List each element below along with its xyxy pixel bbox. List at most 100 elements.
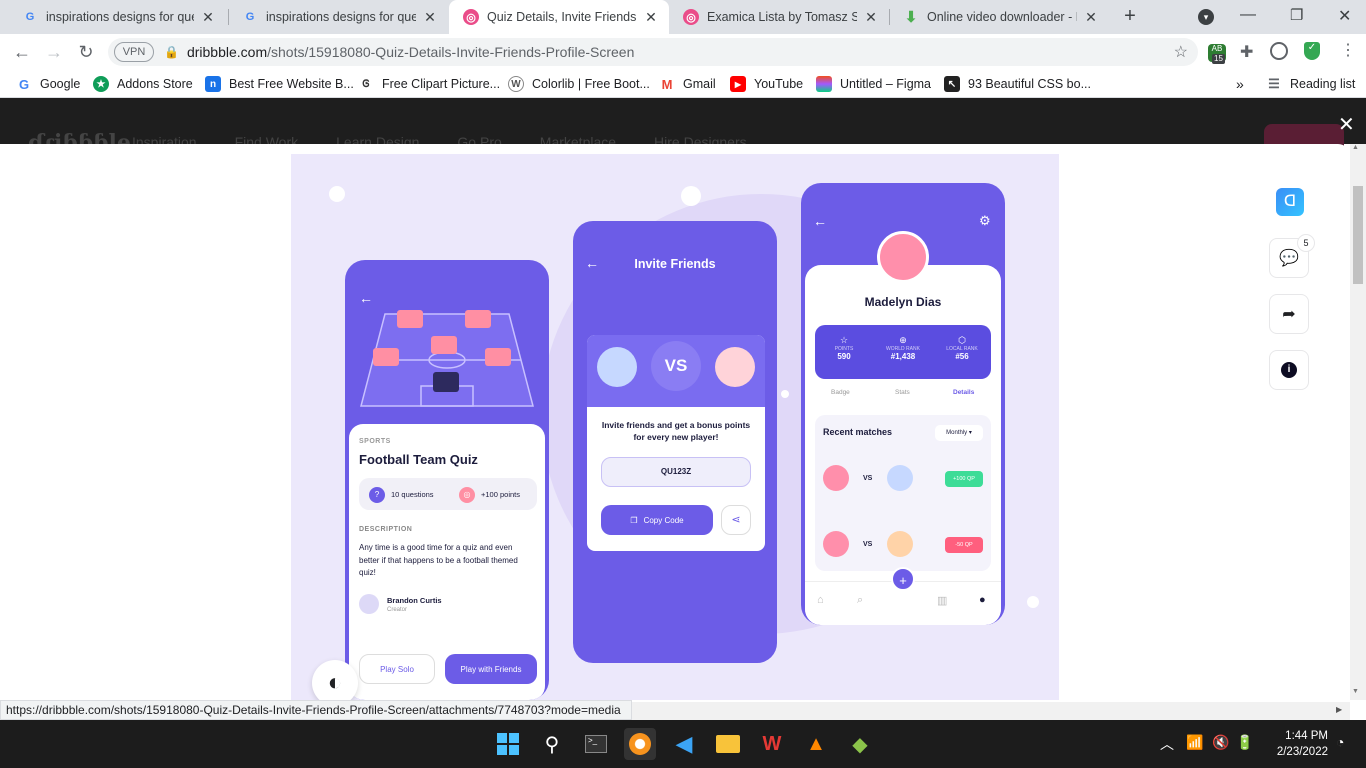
tab-strip: G inspirations designs for quest ✕ G ins… xyxy=(0,0,1366,34)
designer-avatar[interactable]: ᗡ xyxy=(1276,188,1304,216)
description-label: DESCRIPTION xyxy=(359,526,413,533)
notification-icon[interactable]: ◔ xyxy=(1336,734,1344,750)
player-avatar xyxy=(715,347,755,387)
tab-search-icon[interactable]: ▾ xyxy=(1198,9,1214,25)
search-icon[interactable]: ⚲ xyxy=(536,728,568,760)
reload-button[interactable]: ↻ xyxy=(72,38,100,66)
quiz-phone: ← SPORTS Football Team Quiz ? 10 questio… xyxy=(345,260,549,700)
tab-close-icon[interactable]: ✕ xyxy=(422,9,438,26)
file-explorer-icon[interactable] xyxy=(712,728,744,760)
git-icon[interactable]: ◆ xyxy=(844,728,876,760)
tab-close-icon[interactable]: ✕ xyxy=(643,9,659,26)
bookmark-addons-store[interactable]: ★ Addons Store xyxy=(93,76,193,92)
tab-title: Online video downloader - D xyxy=(927,10,1077,24)
copy-code-button: ❐ Copy Code xyxy=(601,505,713,535)
restore-button[interactable]: ❐ xyxy=(1290,6,1303,24)
browser-tab[interactable]: G inspirations designs for quest ✕ xyxy=(8,0,226,34)
close-modal-icon[interactable]: ✕ xyxy=(1338,112,1355,137)
share-arrow-icon: ➦ xyxy=(1282,306,1296,323)
profile-icon[interactable] xyxy=(1270,42,1288,60)
creator-avatar xyxy=(359,594,379,614)
invite-title: Invite Friends xyxy=(634,257,716,271)
battery-icon[interactable]: 🔋 xyxy=(1236,734,1253,751)
figma-icon xyxy=(816,76,832,92)
bookmark-figma[interactable]: Untitled – Figma xyxy=(816,76,931,92)
tray-overflow-icon[interactable]: ︿ xyxy=(1160,734,1174,754)
tab-title: inspirations designs for quest xyxy=(266,10,416,24)
bookmark-youtube[interactable]: ▶ YouTube xyxy=(730,76,803,92)
bg-dot xyxy=(781,390,789,398)
bookmark-google[interactable]: G Google xyxy=(16,76,80,92)
bookmark-best-free-website[interactable]: n Best Free Website B... xyxy=(205,76,354,92)
vscode-icon[interactable]: ◀ xyxy=(668,728,700,760)
back-button[interactable]: ← xyxy=(8,38,36,66)
tab-stats: Stats xyxy=(895,389,910,396)
creator-name: Brandon Curtis xyxy=(387,596,442,605)
browser-tab[interactable]: ◎ Examica Lista by Tomasz Szta ✕ xyxy=(669,0,889,34)
page-content: ɗɾiɓɓɓle Inspiration Find Work Learn Des… xyxy=(0,98,1366,700)
scroll-thumb[interactable] xyxy=(1353,186,1363,284)
close-window-button[interactable]: ✕ xyxy=(1338,6,1351,26)
match-result-positive: +100 QP xyxy=(945,471,983,487)
contrast-toggle-icon[interactable]: ◐ xyxy=(312,660,358,700)
wifi-icon[interactable]: 📶 xyxy=(1186,734,1203,751)
forward-button[interactable]: → xyxy=(40,38,68,66)
back-arrow-icon: ← xyxy=(359,290,373,306)
extension-icon[interactable]: AB 15 xyxy=(1208,44,1226,64)
reading-list-button[interactable]: ☰ Reading list xyxy=(1266,76,1355,92)
wps-office-icon[interactable]: W xyxy=(756,728,788,760)
menu-kebab-icon[interactable]: ⋮ xyxy=(1340,40,1356,60)
clock[interactable]: 1:44 PM 2/23/2022 xyxy=(1264,728,1328,760)
player-avatar xyxy=(823,531,849,557)
address-bar[interactable]: VPN 🔒 dribbble.com /shots/15918080-Quiz-… xyxy=(108,38,1198,66)
invite-card: VS Invite friends and get a bonus points… xyxy=(587,335,765,551)
vlc-icon[interactable]: ▲ xyxy=(800,728,832,760)
vertical-scrollbar[interactable]: ▲ ▼ xyxy=(1350,144,1366,700)
play-with-friends-button: Play with Friends xyxy=(445,654,537,684)
bookmarks-bar: G Google ★ Addons Store n Best Free Website… xyxy=(0,70,1366,98)
shot-image[interactable]: ← SPORTS Football Team Quiz ? 10 questio… xyxy=(291,154,1059,700)
youtube-icon: ▶ xyxy=(730,76,746,92)
bookmark-colorlib[interactable]: W Colorlib | Free Boot... xyxy=(508,76,650,92)
opponent-avatar xyxy=(887,465,913,491)
addons-icon: ★ xyxy=(93,76,109,92)
lock-icon[interactable]: 🔒 xyxy=(164,45,179,59)
star-icon: ☆ xyxy=(839,335,849,345)
terminal-icon[interactable]: >_ xyxy=(580,728,612,760)
quiz-meta-box: ? 10 questions ◎ +100 points xyxy=(359,478,537,510)
match-vs: VS xyxy=(863,541,873,548)
tab-close-icon[interactable]: ✕ xyxy=(1083,9,1099,26)
bookmark-gmail[interactable]: M Gmail xyxy=(659,76,716,92)
browser-tab[interactable]: ⬇ Online video downloader - D ✕ xyxy=(889,0,1109,34)
browser-tab-active[interactable]: ◎ Quiz Details, Invite Friends & ✕ xyxy=(449,0,669,34)
bookmark-css-buttons[interactable]: ↖ 93 Beautiful CSS bo... xyxy=(944,76,1091,92)
windows-start-icon[interactable] xyxy=(492,728,524,760)
tab-close-icon[interactable]: ✕ xyxy=(863,9,879,26)
invite-phone: ← Invite Friends VS Invite friends and g… xyxy=(573,221,777,663)
bookmark-star-icon[interactable]: ☆ xyxy=(1174,42,1188,62)
tab-close-icon[interactable]: ✕ xyxy=(200,9,216,26)
share-button[interactable]: ➦ xyxy=(1269,294,1309,334)
browser-tab[interactable]: G inspirations designs for quest ✕ xyxy=(228,0,448,34)
vpn-badge[interactable]: VPN xyxy=(114,42,154,62)
share-icon: ⋖ xyxy=(721,505,751,535)
reading-list-icon: ☰ xyxy=(1268,76,1280,91)
shield-icon[interactable]: ✓ xyxy=(1304,42,1320,60)
status-url-bubble: https://dribbble.com/shots/15918080-Quiz… xyxy=(0,700,632,720)
football-field xyxy=(360,310,534,407)
stat-world-rank: ⊕ WORLD RANK #1,438 xyxy=(873,335,933,361)
opponent-avatar xyxy=(887,531,913,557)
bookmarks-overflow[interactable]: » xyxy=(1236,76,1244,92)
info-button[interactable]: i xyxy=(1269,350,1309,390)
bookmark-free-clipart[interactable]: Ꮆ Free Clipart Picture... xyxy=(358,76,500,92)
quiz-questions: 10 questions xyxy=(391,490,434,499)
minimize-button[interactable]: — xyxy=(1240,6,1256,24)
volume-muted-icon[interactable]: 🔇 xyxy=(1212,734,1229,751)
match-vs: VS xyxy=(863,475,873,482)
stat-points: ☆ POINTS 590 xyxy=(815,335,873,361)
new-tab-button[interactable]: + xyxy=(1118,5,1142,29)
brave-browser-icon[interactable] xyxy=(624,728,656,760)
clock-date: 2/23/2022 xyxy=(1276,746,1328,758)
comments-count: 5 xyxy=(1297,234,1315,252)
extensions-puzzle-icon[interactable]: ✚ xyxy=(1240,42,1253,62)
